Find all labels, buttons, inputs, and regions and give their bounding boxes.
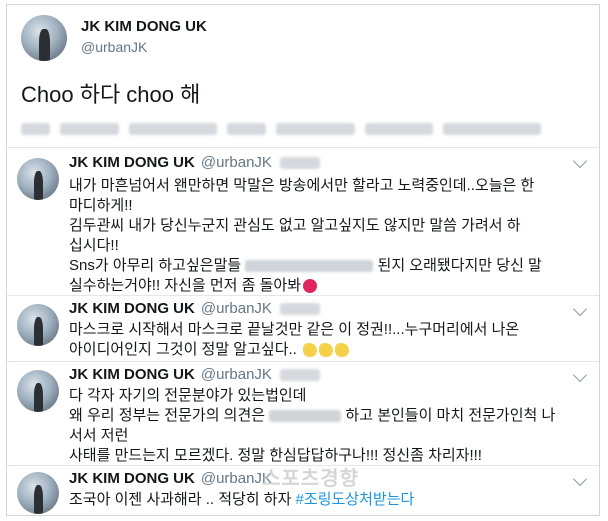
reply-tweet[interactable]: JK KIM DONG UK @urbanJK 마스크로 시작해서 마스크로 끝날… (7, 295, 599, 361)
clapping-hands-icon (335, 343, 350, 358)
reply-header: JK KIM DONG UK @urbanJK (69, 470, 272, 487)
reply-line: 실수하는거야!! 자신을 먼저 좀 돌아봐 (69, 276, 579, 296)
avatar[interactable] (17, 304, 59, 346)
reply-line-part: 된지 오래됐다지만 당신 말 (377, 257, 542, 274)
chevron-down-icon[interactable] (572, 301, 588, 317)
redacted-text (269, 410, 342, 423)
hashtag-link[interactable]: #조링도상처받는다 (296, 491, 415, 508)
author-handle[interactable]: @urbanJK (201, 366, 272, 383)
reply-line: 조국아 이젠 사과해라 .. 적당히 하자 #조링도상처받는다 (69, 490, 579, 510)
clapping-hands-icon (319, 343, 334, 358)
avatar[interactable] (21, 15, 67, 61)
reply-tweet[interactable]: JK KIM DONG UK @urbanJK 다 각자 자기의 전문분야가 있는… (7, 361, 599, 465)
reply-line-part: Sns가 아무리 하고싶은말들 (69, 257, 242, 274)
reply-line-part: 조국아 이젠 사과해라 .. 적당히 하자 (69, 491, 292, 508)
reply-header: JK KIM DONG UK @urbanJK (69, 300, 320, 317)
redacted-date (279, 303, 320, 316)
reply-text: 마스크로 시작해서 마스크로 끝날것만 같은 이 정권!!...누구머리에서 나… (69, 320, 579, 360)
avatar[interactable] (17, 370, 59, 412)
reply-text: 내가 마흔넘어서 왠만하면 막말은 방송에서만 할라고 노력중인데..오늘은 한… (69, 176, 579, 296)
angry-face-icon (303, 279, 318, 294)
author-name[interactable]: JK KIM DONG UK (69, 300, 195, 317)
reply-text: 조국아 이젠 사과해라 .. 적당히 하자 #조링도상처받는다 (69, 490, 579, 510)
avatar[interactable] (17, 158, 59, 200)
watermark: 스포츠경향 (262, 468, 359, 490)
tweet-text: Choo 하다 choo 해 (21, 82, 201, 107)
redacted-tweet-meta (21, 123, 541, 137)
author-name[interactable]: JK KIM DONG UK (69, 366, 195, 383)
reply-line-part: 왜 우리 정부는 전문가의 의견은 (69, 407, 266, 424)
reply-line: 마스크로 시작해서 마스크로 끝날것만 같은 이 정권!!...누구머리에서 나… (69, 321, 520, 338)
redacted-text (245, 260, 374, 273)
reply-line: 김두관씨 내가 당신누군지 관심도 없고 알고싶지도 않지만 말씀 가려서 하 (69, 217, 521, 234)
reply-line: 십시다!! (69, 237, 119, 254)
chevron-down-icon[interactable] (572, 471, 588, 487)
reply-line: 내가 마흔넘어서 왠만하면 막말은 방송에서만 할라고 노력중인데..오늘은 한 (69, 177, 535, 194)
redacted-date (279, 369, 320, 382)
author-handle[interactable]: @urbanJK (201, 300, 272, 317)
reply-line-part: 하고 본인들이 마치 전문가인척 나 (345, 407, 556, 424)
clapping-hands-icon (303, 343, 318, 358)
reply-line: 다 각자 자기의 전문분야가 있는법인데 (69, 387, 307, 404)
author-name[interactable]: JK KIM DONG UK (81, 18, 207, 35)
author-handle[interactable]: @urbanJK (201, 154, 272, 171)
author-name[interactable]: JK KIM DONG UK (69, 470, 195, 487)
reply-line-part: 아이디어인지 그것이 정말 알고싶다.. (69, 341, 297, 358)
author-name[interactable]: JK KIM DONG UK (69, 154, 195, 171)
reply-line: 왜 우리 정부는 전문가의 의견은 하고 본인들이 마치 전문가인척 나 (69, 406, 579, 426)
author-handle[interactable]: @urbanJK (81, 39, 147, 55)
redacted-date (279, 157, 320, 170)
tweet-card: JK KIM DONG UK @urbanJK Choo 하다 choo 해 J… (6, 4, 600, 516)
chevron-down-icon[interactable] (572, 153, 588, 169)
reply-line: 마디하게!! (69, 197, 133, 214)
reply-line-part: 실수하는거야!! 자신을 먼저 좀 돌아봐 (69, 277, 302, 294)
reply-header: JK KIM DONG UK @urbanJK (69, 154, 320, 171)
reply-tweet[interactable]: JK KIM DONG UK @urbanJK 내가 마흔넘어서 왠만하면 막말은… (7, 147, 599, 297)
avatar[interactable] (17, 472, 59, 514)
reply-text: 다 각자 자기의 전문분야가 있는법인데 왜 우리 정부는 전문가의 의견은 하… (69, 386, 579, 466)
reply-header: JK KIM DONG UK @urbanJK (69, 366, 320, 383)
reply-line: 서서 저런 (69, 427, 129, 444)
chevron-down-icon[interactable] (572, 367, 588, 383)
tweet-header: JK KIM DONG UK @urbanJK (21, 13, 581, 63)
reply-line: 아이디어인지 그것이 정말 알고싶다.. (69, 340, 579, 360)
reply-line: Sns가 아무리 하고싶은말들 된지 오래됐다지만 당신 말 (69, 256, 579, 276)
